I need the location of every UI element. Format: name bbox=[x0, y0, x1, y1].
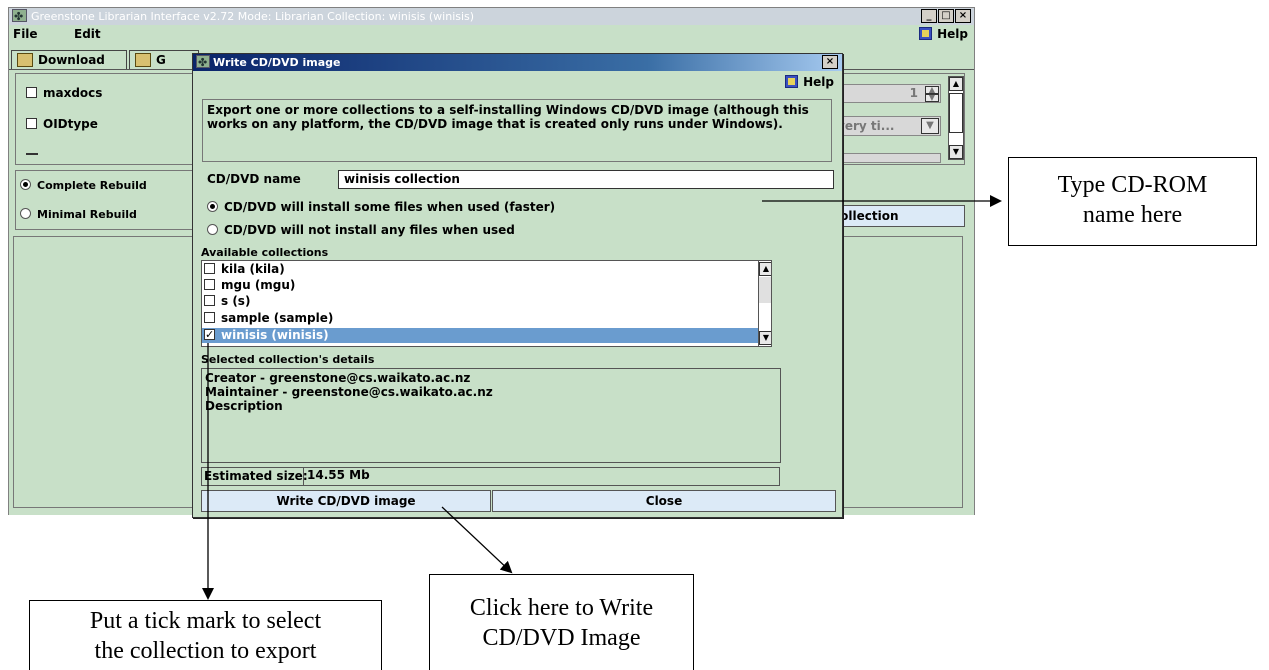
write-image-note: Click here to Write CD/DVD Image bbox=[429, 574, 694, 670]
tick-mark-note: Put a tick mark to select the collection… bbox=[29, 600, 382, 670]
annotation-arrows bbox=[202, 195, 1002, 600]
write-arrow bbox=[441, 506, 513, 574]
tick-note-line2: the collection to export bbox=[94, 638, 317, 664]
cdrom-note-line1: Type CD-ROM bbox=[1057, 172, 1208, 198]
write-note-line1: Click here to Write bbox=[469, 595, 654, 621]
tick-note-line1: Put a tick mark to select bbox=[89, 608, 322, 634]
write-note-line2: CD/DVD Image bbox=[482, 625, 641, 651]
cdrom-name-note: Type CD-ROM name here bbox=[1008, 157, 1257, 246]
cdrom-note-line2: name here bbox=[1082, 202, 1183, 228]
